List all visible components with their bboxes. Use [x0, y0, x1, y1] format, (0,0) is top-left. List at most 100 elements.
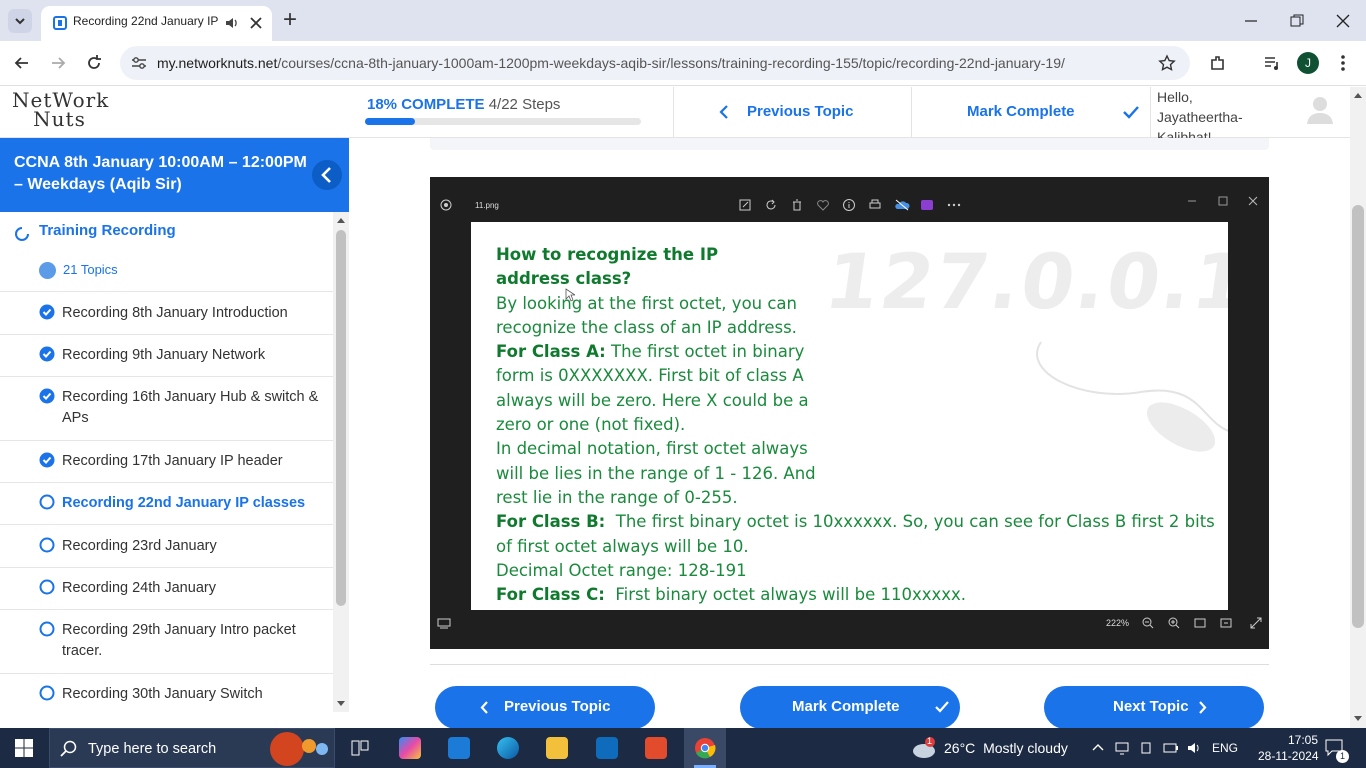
topic-label: Recording 16th January Hub & switch & AP…: [62, 389, 319, 426]
scroll-up-arrow-icon[interactable]: [1353, 91, 1363, 99]
tab-search-button[interactable]: [8, 9, 32, 33]
circle-outline-icon: [39, 685, 55, 701]
microsoft-store-icon[interactable]: [448, 737, 470, 759]
delete-icon[interactable]: [790, 198, 804, 212]
topic-label: Recording 22nd January IP classes: [62, 495, 306, 511]
lesson-title[interactable]: Training Recording: [39, 222, 176, 239]
onedrive-icon[interactable]: [894, 198, 910, 212]
zoom-out-icon[interactable]: [1141, 616, 1155, 630]
chevron-up-icon[interactable]: [1091, 741, 1105, 753]
header-previous-topic-button[interactable]: Previous Topic: [673, 87, 911, 137]
check-circle-icon: [39, 388, 55, 404]
zoom-in-icon[interactable]: [1167, 616, 1181, 630]
topic-item[interactable]: Recording 30th January Switch: [0, 674, 333, 712]
slide-heading: How to recognize the IP address class?: [496, 245, 719, 289]
progress-steps: 4/22 Steps: [488, 96, 561, 113]
mark-complete-button[interactable]: Mark Complete: [740, 686, 960, 729]
previous-topic-button[interactable]: Previous Topic: [435, 686, 655, 729]
reload-icon[interactable]: [84, 53, 104, 73]
site-logo[interactable]: NetWork Nuts: [12, 90, 108, 129]
progress-bar: [365, 118, 641, 125]
viewer-maximize-icon[interactable]: [1217, 195, 1229, 207]
favorite-heart-icon[interactable]: [816, 198, 830, 212]
battery-icon[interactable]: [1162, 740, 1180, 756]
viewer-minimize-icon[interactable]: [1186, 195, 1198, 207]
user-avatar-icon[interactable]: [1305, 94, 1335, 124]
close-window-icon[interactable]: [1334, 12, 1352, 30]
topic-item-current[interactable]: Recording 22nd January IP classes: [0, 483, 333, 525]
back-arrow-icon[interactable]: [12, 53, 32, 73]
edge-browser-icon[interactable]: [497, 737, 519, 759]
close-tab-icon[interactable]: [247, 14, 265, 32]
more-options-icon[interactable]: [946, 198, 962, 212]
page-scrollbar-thumb[interactable]: [1352, 205, 1364, 628]
network-icon[interactable]: [1114, 740, 1130, 756]
edit-icon[interactable]: [738, 198, 752, 212]
forward-arrow-icon[interactable]: [48, 53, 68, 73]
media-control-icon[interactable]: [1262, 53, 1282, 73]
profile-avatar[interactable]: J: [1297, 52, 1319, 74]
windows-start-icon[interactable]: [15, 739, 33, 757]
task-view-icon[interactable]: [350, 738, 370, 758]
fit-window-icon[interactable]: [1193, 616, 1207, 630]
topic-item[interactable]: Recording 17th January IP header: [0, 441, 333, 483]
content-card-bottom: [430, 138, 1269, 150]
extensions-icon[interactable]: [1208, 53, 1228, 73]
address-bar[interactable]: my.networknuts.net/courses/ccna-8th-janu…: [120, 46, 1190, 80]
site-info-icon[interactable]: [130, 55, 148, 71]
new-tab-button[interactable]: +: [283, 6, 297, 34]
collapse-sidebar-button[interactable]: [312, 160, 342, 190]
course-title[interactable]: CCNA 8th January 10:00AM – 12:00PM – Wee…: [14, 152, 309, 196]
info-icon[interactable]: [842, 198, 856, 212]
volume-icon[interactable]: [1186, 740, 1202, 756]
fullscreen-icon[interactable]: [1249, 616, 1263, 630]
circle-outline-icon: [39, 494, 55, 510]
slide-class-a-decimal: In decimal notation, first octet always …: [496, 439, 816, 507]
outlook-icon[interactable]: [596, 737, 618, 759]
taskbar-search-box[interactable]: Type here to search: [49, 728, 335, 768]
scroll-down-arrow-icon[interactable]: [1353, 715, 1363, 723]
browser-tab-active[interactable]: Recording 22nd January IP c: [41, 6, 272, 41]
scroll-down-arrow-icon[interactable]: [336, 700, 346, 708]
restore-icon[interactable]: [1288, 12, 1306, 30]
clock[interactable]: 17:05 28-11-2024: [1258, 732, 1319, 764]
notification-count: 1: [1336, 750, 1349, 763]
file-explorer-icon[interactable]: [546, 737, 568, 759]
url-path: /courses/ccna-8th-january-1000am-1200pm-…: [277, 55, 1065, 71]
header-mark-complete-button[interactable]: Mark Complete: [911, 87, 1151, 137]
speaker-icon[interactable]: [224, 15, 240, 31]
topic-item[interactable]: Recording 29th January Intro packet trac…: [0, 610, 333, 674]
next-topic-button[interactable]: Next Topic: [1044, 686, 1264, 729]
topic-item[interactable]: Recording 16th January Hub & switch & AP…: [0, 377, 333, 441]
topic-item[interactable]: Recording 23rd January: [0, 525, 333, 568]
weather-text[interactable]: 26°C Mostly cloudy: [944, 740, 1068, 756]
print-icon[interactable]: [868, 198, 882, 212]
filmstrip-icon[interactable]: [437, 617, 451, 629]
previous-topic-label: Previous Topic: [504, 698, 611, 715]
more-menu-icon[interactable]: [1336, 53, 1350, 73]
chevron-right-icon: [1199, 701, 1207, 714]
sidebar-scrollbar-thumb[interactable]: [336, 230, 346, 606]
minimize-icon[interactable]: [1242, 12, 1260, 30]
meet-now-icon[interactable]: [1139, 740, 1155, 756]
chrome-taskbar-active[interactable]: [684, 728, 726, 768]
wps-office-icon[interactable]: [645, 737, 667, 759]
rotate-icon[interactable]: [764, 198, 778, 212]
weather-cloud-icon[interactable]: [910, 736, 938, 760]
slide-class-b-range: Decimal Octet range: 128-191: [496, 560, 747, 580]
search-highlight-graphic-dot: [316, 743, 328, 755]
actual-size-icon[interactable]: [1219, 616, 1233, 630]
topic-item[interactable]: Recording 8th January Introduction: [0, 292, 333, 335]
topics-count[interactable]: 21 Topics: [63, 262, 118, 277]
zoom-level: 222%: [1106, 618, 1130, 628]
topic-item[interactable]: Recording 24th January: [0, 568, 333, 610]
topic-item[interactable]: Recording 9th January Network: [0, 335, 333, 377]
language-indicator[interactable]: ENG: [1212, 741, 1238, 755]
slide-class-b: For Class B: The first binary octet is 1…: [496, 510, 1221, 559]
scroll-up-arrow-icon[interactable]: [336, 216, 346, 224]
copilot-icon[interactable]: [399, 737, 421, 759]
viewer-close-icon[interactable]: [1247, 195, 1259, 207]
bookmark-star-icon[interactable]: [1158, 54, 1176, 72]
topic-label: Recording 8th January Introduction: [62, 305, 288, 321]
clipchamp-icon[interactable]: [920, 198, 934, 212]
